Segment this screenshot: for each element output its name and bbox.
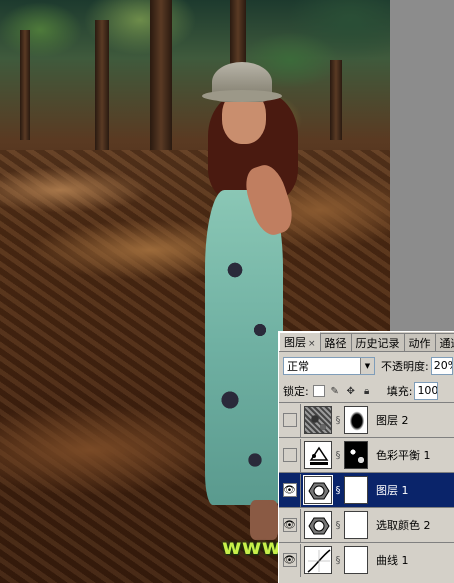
opacity-field[interactable]: 20% <box>430 357 453 375</box>
layer-mask-thumbnail <box>344 406 368 434</box>
eye-icon: 👁︎ <box>282 553 297 567</box>
tree-trunk <box>150 0 172 150</box>
color-balance-glyph <box>309 446 329 465</box>
tab-label: 通道 <box>439 337 454 350</box>
link-icon: § <box>335 519 341 531</box>
layer-mask-thumbnail <box>344 511 368 539</box>
selective-color-icon <box>304 511 332 539</box>
tab-actions[interactable]: 动作 <box>403 333 436 351</box>
lock-label: 锁定: <box>283 385 309 398</box>
visibility-box <box>282 413 297 427</box>
layer-row[interactable]: § 色彩平衡 1 <box>279 437 454 472</box>
curves-icon <box>304 546 332 574</box>
link-icon: § <box>335 554 341 566</box>
tab-label: 图层 <box>284 336 306 349</box>
selective-color-glyph <box>305 512 331 538</box>
layers-panel: 图层× 路径 历史记录 动作 通道 正常 ▼ 不透明度: 20% 锁定: ✎ ✥… <box>278 331 454 583</box>
lock-icon[interactable]: 🔒︎ <box>361 385 373 397</box>
link-icon: § <box>335 449 341 461</box>
tab-label: 路径 <box>324 337 347 350</box>
visibility-toggle[interactable] <box>279 403 301 437</box>
eye-icon: 👁︎ <box>282 518 297 532</box>
layer-row[interactable]: 👁︎ § 曲线 1 <box>279 542 454 577</box>
fill-label: 填充: <box>386 385 413 398</box>
layer-row-selected[interactable]: 👁︎ § 图层 1 <box>279 472 454 507</box>
layer-row[interactable]: 👁︎ § 选取颜色 2 <box>279 507 454 542</box>
figure-hat <box>202 62 282 102</box>
link-icon: § <box>335 484 341 496</box>
visibility-toggle[interactable] <box>279 438 301 472</box>
layer-name: 曲线 1 <box>376 554 409 567</box>
layer-name: 图层 1 <box>376 484 409 497</box>
tab-history[interactable]: 历史记录 <box>350 333 405 351</box>
blend-row: 正常 ▼ 不透明度: 20% <box>283 356 453 376</box>
blend-mode-select[interactable]: 正常 ▼ <box>283 357 375 375</box>
chevron-down-icon[interactable]: ▼ <box>360 358 374 374</box>
tab-layers[interactable]: 图层 × <box>279 332 321 351</box>
color-balance-icon <box>304 441 332 469</box>
layer-thumbnail <box>304 406 332 434</box>
figure-dress <box>205 190 283 505</box>
brush-icon[interactable]: ✎ <box>329 385 341 397</box>
layer-row[interactable]: § 图层 2 <box>279 402 454 437</box>
tab-channels[interactable]: 通道 <box>434 333 454 351</box>
lock-row: 锁定: ✎ ✥ 🔒︎ 填充: 100% <box>283 382 439 400</box>
layer-name: 图层 2 <box>376 414 409 427</box>
tab-paths[interactable]: 路径 <box>319 333 352 351</box>
visibility-toggle[interactable]: 👁︎ <box>279 508 301 542</box>
layer-list: § 图层 2 § 色彩平衡 1 👁︎ § 图层 1 👁︎ § 选取颜色 2 👁︎… <box>279 402 454 577</box>
panel-tabs: 图层× 路径 历史记录 动作 通道 <box>279 332 454 352</box>
tab-label: 历史记录 <box>355 337 400 350</box>
curves-glyph <box>305 547 331 573</box>
layer-mask-thumbnail <box>344 441 368 469</box>
layer-mask-thumbnail <box>344 476 368 504</box>
layer-mask-thumbnail <box>344 546 368 574</box>
adjustment-glyph <box>305 477 331 503</box>
visibility-toggle[interactable]: 👁︎ <box>279 473 301 507</box>
figure-legs <box>250 500 278 540</box>
tree-trunk <box>20 30 30 140</box>
eye-icon: 👁︎ <box>282 483 297 497</box>
layer-name: 选取颜色 2 <box>376 519 431 532</box>
blend-mode-value: 正常 <box>287 360 309 373</box>
tree-trunk <box>330 60 342 140</box>
layer-thumbnail <box>303 475 333 505</box>
visibility-toggle[interactable]: 👁︎ <box>279 543 301 577</box>
link-icon: § <box>335 414 341 426</box>
visibility-box <box>282 448 297 462</box>
fill-field[interactable]: 100% <box>414 382 439 400</box>
opacity-label: 不透明度: <box>381 360 429 373</box>
tab-label: 动作 <box>408 337 431 350</box>
move-icon[interactable]: ✥ <box>345 385 357 397</box>
tree-trunk <box>95 20 109 150</box>
lock-transparent-icon[interactable] <box>312 385 325 397</box>
close-icon[interactable]: × <box>308 339 316 349</box>
layer-name: 色彩平衡 1 <box>376 449 431 462</box>
